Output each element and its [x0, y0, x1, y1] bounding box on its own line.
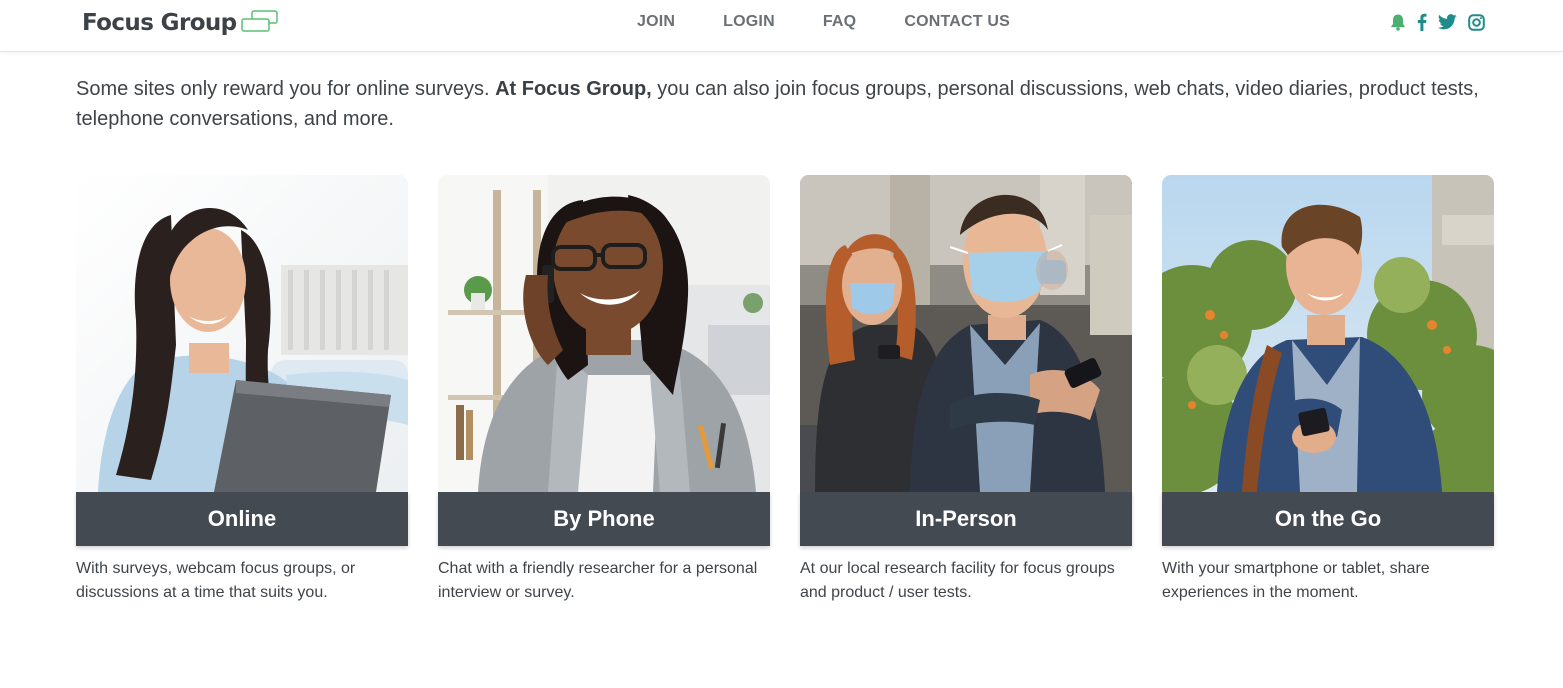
card-on-the-go[interactable]: On the Go With your smartphone or tablet… [1162, 175, 1494, 605]
nav-faq-link[interactable]: FAQ [823, 13, 857, 31]
card-in-person-photo [800, 175, 1132, 492]
nav-join-link[interactable]: JOIN [637, 13, 675, 31]
intro-text-bold: At Focus Group, [495, 78, 652, 100]
card-on-the-go-title: On the Go [1162, 492, 1494, 546]
card-in-person-description: At our local research facility for focus… [800, 560, 1115, 601]
card-online[interactable]: Online With surveys, webcam focus groups… [76, 175, 408, 605]
card-by-phone-title: By Phone [438, 492, 770, 546]
card-by-phone-description: Chat with a friendly researcher for a pe… [438, 560, 758, 601]
card-by-phone-photo [438, 175, 770, 492]
card-on-the-go-description: With your smartphone or tablet, share ex… [1162, 560, 1430, 601]
card-in-person[interactable]: In-Person At our local research facility… [800, 175, 1132, 605]
logo-text: Focus Group [82, 10, 237, 36]
facebook-icon[interactable] [1417, 13, 1427, 31]
instagram-icon[interactable] [1468, 13, 1485, 31]
page: Focus Group JOIN LOGIN FAQ CONTACT US So… [0, 0, 1563, 688]
social-icons [1390, 13, 1496, 31]
man-smartphone-illustration [1162, 175, 1494, 492]
main-nav: JOIN LOGIN FAQ CONTACT US [637, 13, 1058, 31]
woman-laptop-illustration [76, 175, 408, 492]
card-by-phone[interactable]: By Phone Chat with a friendly researcher… [438, 175, 770, 605]
card-online-photo [76, 175, 408, 492]
masked-people-illustration [800, 175, 1132, 492]
twitter-icon[interactable] [1438, 14, 1457, 30]
bell-icon[interactable] [1390, 13, 1406, 31]
nav-login-link[interactable]: LOGIN [723, 13, 775, 31]
chat-bubbles-logo-icon [240, 10, 278, 32]
card-online-description: With surveys, webcam focus groups, or di… [76, 560, 356, 601]
site-header: Focus Group JOIN LOGIN FAQ CONTACT US [0, 0, 1563, 52]
intro-paragraph: Some sites only reward you for online su… [76, 74, 1496, 134]
woman-phone-illustration [438, 175, 770, 492]
nav-contact-link[interactable]: CONTACT US [904, 13, 1010, 31]
card-on-the-go-photo [1162, 175, 1494, 492]
site-logo[interactable]: Focus Group [82, 7, 279, 39]
intro-text-before: Some sites only reward you for online su… [76, 78, 496, 100]
card-online-title: Online [76, 492, 408, 546]
card-in-person-title: In-Person [800, 492, 1132, 546]
